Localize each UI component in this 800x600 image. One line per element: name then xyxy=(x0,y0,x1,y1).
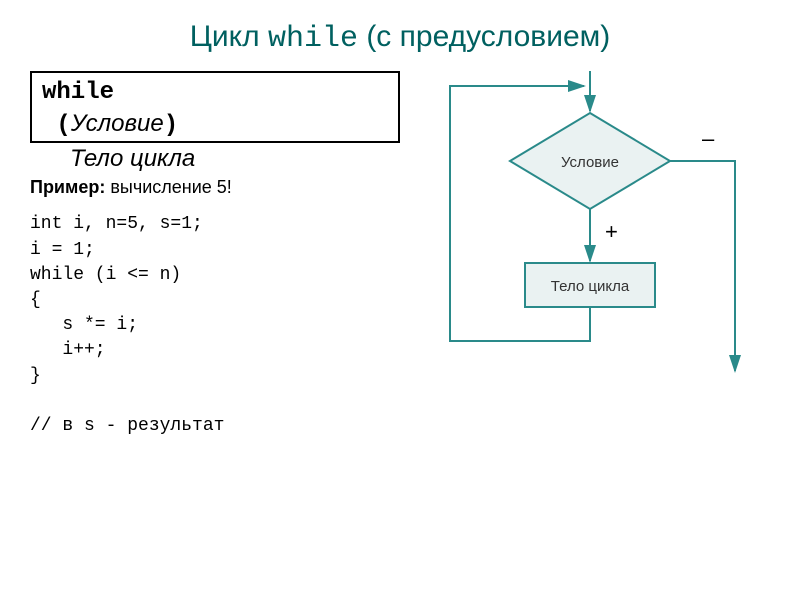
title-keyword: while xyxy=(268,22,358,56)
content-row: while (Условие) Тело цикла Пример: вычис… xyxy=(30,71,770,439)
example-label-bold: Пример: xyxy=(30,177,105,197)
example-label-rest: вычисление 5! xyxy=(105,177,231,197)
title-suffix: (с предусловием) xyxy=(358,20,610,53)
syntax-box: while (Условие) xyxy=(30,71,400,143)
paren-close: ) xyxy=(164,112,178,139)
false-exit-line xyxy=(670,161,735,371)
false-label: – xyxy=(702,126,715,151)
title-prefix: Цикл xyxy=(190,20,268,53)
decision-text: Условие xyxy=(561,154,619,171)
process-text: Тело цикла xyxy=(551,278,630,295)
code-block: int i, n=5, s=1; i = 1; while (i <= n) {… xyxy=(30,212,400,439)
true-label: + xyxy=(605,219,618,244)
left-column: while (Условие) Тело цикла Пример: вычис… xyxy=(30,71,400,439)
example-label: Пример: вычисление 5! xyxy=(30,177,400,198)
flowchart-svg: Условие + Тело цикла – xyxy=(420,71,780,391)
syntax-body: Тело цикла xyxy=(30,145,400,173)
syntax-condition: Условие xyxy=(71,110,164,137)
paren-open: ( xyxy=(56,112,70,139)
flowchart: Условие + Тело цикла – xyxy=(420,71,780,439)
page-title: Цикл while (с предусловием) xyxy=(30,20,770,56)
syntax-keyword: while xyxy=(42,79,114,106)
